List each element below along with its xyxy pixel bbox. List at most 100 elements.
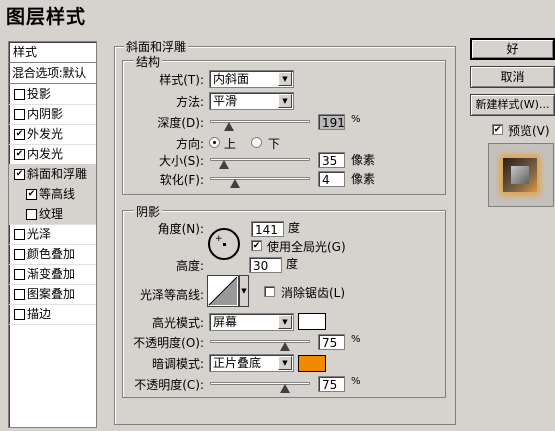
- angle-dial-center: [223, 243, 226, 246]
- sidebar-item-8[interactable]: 颜色叠加: [9, 244, 96, 264]
- highlight-opacity-input[interactable]: 75: [318, 334, 345, 350]
- sidebar-item-1[interactable]: 内阴影: [9, 104, 96, 124]
- sidebar-item-10[interactable]: 图案叠加: [9, 284, 96, 304]
- sidebar-item-label: 外发光: [27, 127, 64, 141]
- sidebar-item-9[interactable]: 渐变叠加: [9, 264, 96, 284]
- sidebar-item-label: 颜色叠加: [27, 247, 76, 261]
- chevron-down-icon: ▼: [278, 72, 292, 86]
- sidebar-item-7[interactable]: 光泽: [9, 224, 96, 244]
- highlight-color-swatch[interactable]: [298, 313, 326, 330]
- shadow-opacity-track[interactable]: [210, 382, 310, 385]
- sidebar-item-checkbox[interactable]: [14, 109, 25, 120]
- sidebar-item-checkbox[interactable]: [14, 309, 25, 320]
- chevron-down-icon: ▼: [278, 315, 292, 329]
- direction-down-radio[interactable]: [251, 137, 262, 148]
- angle-dial[interactable]: +: [208, 228, 240, 260]
- crosshair-icon: +: [215, 234, 223, 244]
- chevron-down-icon: ▼: [278, 356, 292, 370]
- sidebar-item-checkbox[interactable]: ✔: [14, 169, 25, 180]
- style-select[interactable]: 内斜面 ▼: [209, 70, 294, 88]
- sidebar-item-checkbox[interactable]: ✔: [14, 149, 25, 160]
- shadow-opacity-unit: %: [351, 376, 361, 387]
- sidebar-item-11[interactable]: 描边: [9, 304, 96, 324]
- sidebar-item-label: 斜面和浮雕: [27, 167, 88, 181]
- highlight-opacity-label: 不透明度(O):: [133, 336, 204, 350]
- global-light-checkbox[interactable]: ✔: [251, 240, 262, 251]
- technique-select[interactable]: 平滑 ▼: [209, 92, 294, 110]
- preview-checkbox[interactable]: ✔: [492, 124, 503, 135]
- preview-swatch-inner: [511, 166, 529, 184]
- sidebar-header[interactable]: 样式: [9, 42, 96, 62]
- soften-input[interactable]: 4: [318, 171, 345, 187]
- direction-label: 方向:: [175, 137, 204, 151]
- chevron-down-icon: ▼: [278, 94, 292, 108]
- depth-slider-thumb[interactable]: [224, 122, 235, 131]
- contour-curve-icon: [208, 276, 238, 306]
- altitude-input[interactable]: 30: [249, 257, 282, 273]
- sidebar-item-5[interactable]: ✔ 等高线: [9, 184, 96, 204]
- sidebar-item-0[interactable]: 投影: [9, 84, 96, 104]
- sidebar-header-label: 样式: [13, 45, 38, 59]
- highlight-mode-value: 屏幕: [213, 315, 238, 329]
- sidebar-item-label: 等高线: [39, 187, 76, 201]
- ok-button[interactable]: 好: [470, 38, 555, 60]
- sidebar-blend-options[interactable]: 混合选项:默认: [9, 63, 96, 83]
- shadow-opacity-label: 不透明度(C):: [134, 378, 204, 392]
- highlight-opacity-thumb[interactable]: [280, 342, 290, 351]
- sidebar-item-label: 渐变叠加: [27, 267, 76, 281]
- styles-sidebar: 样式 混合选项:默认 投影 内阴影 ✔ 外发光 ✔ 内发光 ✔ 斜面和浮雕 ✔ 等高线 纹理 光泽 颜色…: [8, 41, 97, 428]
- structure-title: 结构: [134, 53, 163, 70]
- preview-label: 预览(V): [508, 124, 550, 138]
- highlight-opacity-track[interactable]: [210, 340, 310, 343]
- shadow-color-swatch[interactable]: [298, 355, 326, 372]
- sidebar-item-checkbox[interactable]: [26, 209, 37, 220]
- sidebar-item-2[interactable]: ✔ 外发光: [9, 124, 96, 144]
- sidebar-item-checkbox[interactable]: [14, 249, 25, 260]
- sidebar-item-label: 图案叠加: [27, 287, 76, 301]
- gloss-contour-picker[interactable]: [207, 275, 239, 307]
- sidebar-item-label: 内阴影: [27, 107, 64, 121]
- angle-input[interactable]: 141: [251, 221, 284, 237]
- sidebar-item-4[interactable]: ✔ 斜面和浮雕: [9, 164, 96, 184]
- antialias-checkbox[interactable]: [264, 286, 275, 297]
- sidebar-item-label: 纹理: [39, 207, 64, 221]
- style-label: 样式(T):: [159, 73, 204, 87]
- soften-slider-track[interactable]: [210, 177, 310, 180]
- shadow-opacity-input[interactable]: 75: [318, 376, 345, 392]
- style-preview: [488, 143, 554, 207]
- antialias-label: 消除锯齿(L): [281, 286, 346, 300]
- blend-options-label: 混合选项:默认: [12, 66, 86, 80]
- angle-unit: 度: [288, 221, 301, 235]
- sidebar-item-checkbox[interactable]: [14, 289, 25, 300]
- shadow-mode-select[interactable]: 正片叠底 ▼: [209, 354, 294, 372]
- technique-label: 方法:: [175, 95, 204, 109]
- highlight-mode-select[interactable]: 屏幕 ▼: [209, 313, 294, 331]
- soften-label: 软化(F):: [159, 173, 204, 187]
- direction-up-radio[interactable]: [209, 137, 220, 148]
- sidebar-item-3[interactable]: ✔ 内发光: [9, 144, 96, 164]
- soften-slider-thumb[interactable]: [230, 179, 240, 188]
- sidebar-item-checkbox[interactable]: [14, 229, 25, 240]
- new-style-button[interactable]: 新建样式(W)...: [470, 94, 555, 116]
- depth-label: 深度(D):: [157, 116, 204, 130]
- sidebar-item-checkbox[interactable]: ✔: [26, 189, 37, 200]
- depth-unit: %: [351, 114, 361, 125]
- sidebar-item-label: 光泽: [27, 227, 52, 241]
- direction-up-label: 上: [224, 137, 237, 151]
- cancel-button[interactable]: 取消: [470, 66, 555, 88]
- style-value: 内斜面: [213, 72, 250, 86]
- sidebar-item-checkbox[interactable]: [14, 89, 25, 100]
- shadow-opacity-thumb[interactable]: [280, 384, 290, 393]
- global-light-label: 使用全局光(G): [267, 240, 346, 254]
- shadow-mode-value: 正片叠底: [213, 356, 262, 370]
- highlight-opacity-unit: %: [351, 334, 361, 345]
- size-input[interactable]: 35: [318, 152, 345, 168]
- sidebar-item-6[interactable]: 纹理: [9, 204, 96, 224]
- sidebar-item-label: 描边: [27, 307, 52, 321]
- sidebar-item-checkbox[interactable]: ✔: [14, 129, 25, 140]
- depth-input[interactable]: 191: [318, 114, 345, 130]
- chevron-down-icon[interactable]: ▼: [239, 275, 249, 307]
- size-slider-thumb[interactable]: [219, 160, 229, 169]
- direction-down-label: 下: [268, 137, 281, 151]
- sidebar-item-checkbox[interactable]: [14, 269, 25, 280]
